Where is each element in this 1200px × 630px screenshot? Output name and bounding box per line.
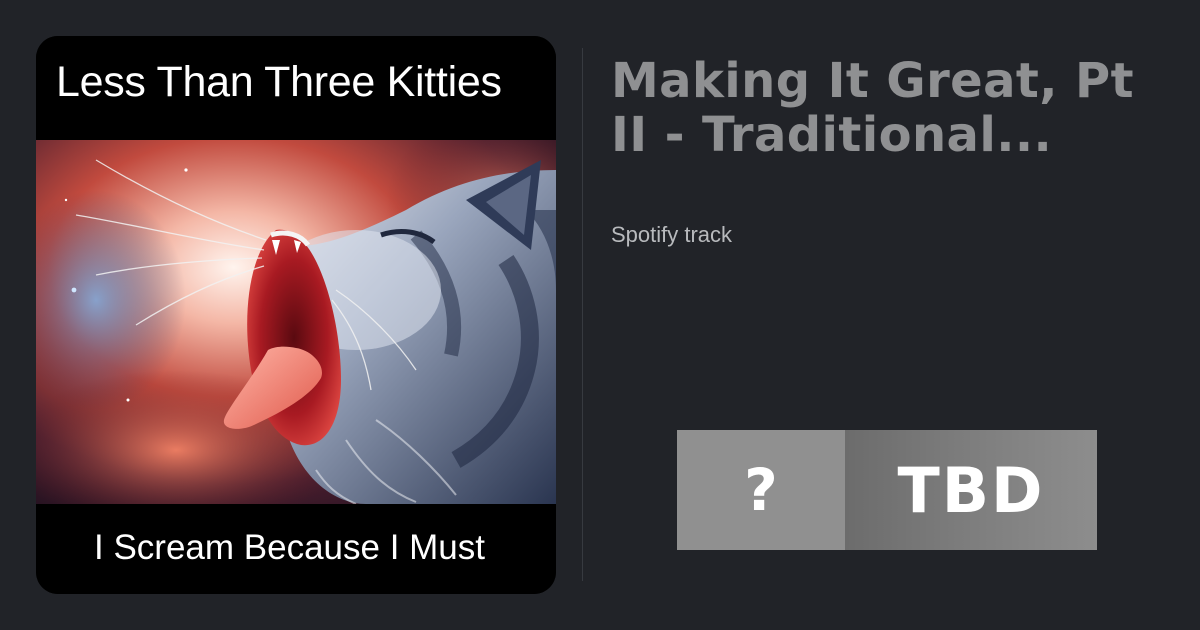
cover-artwork (36, 140, 556, 504)
vertical-divider (582, 48, 583, 581)
album-cover[interactable]: Less Than Three Kitties I Scream Because… (36, 36, 556, 594)
rating-badge: ? TBD (677, 430, 1097, 550)
rating-score: ? (677, 430, 845, 550)
share-card: Less Than Three Kitties I Scream Because… (0, 0, 1200, 630)
track-title-line-2: II - Traditional... (611, 107, 1053, 163)
cover-top-band: Less Than Three Kitties (36, 36, 556, 140)
screaming-cat-artwork (36, 140, 556, 504)
rating-label: TBD (845, 430, 1097, 550)
cover-bottom-text: I Scream Because I Must (94, 528, 485, 567)
track-source-label: Spotify track (611, 222, 733, 247)
track-title[interactable]: Making It Great, Pt II - Traditional... (611, 54, 1200, 162)
cover-bottom-band: I Scream Because I Must (36, 504, 556, 594)
track-title-line-1: Making It Great, Pt (611, 53, 1134, 109)
cover-top-text: Less Than Three Kitties (56, 58, 502, 106)
